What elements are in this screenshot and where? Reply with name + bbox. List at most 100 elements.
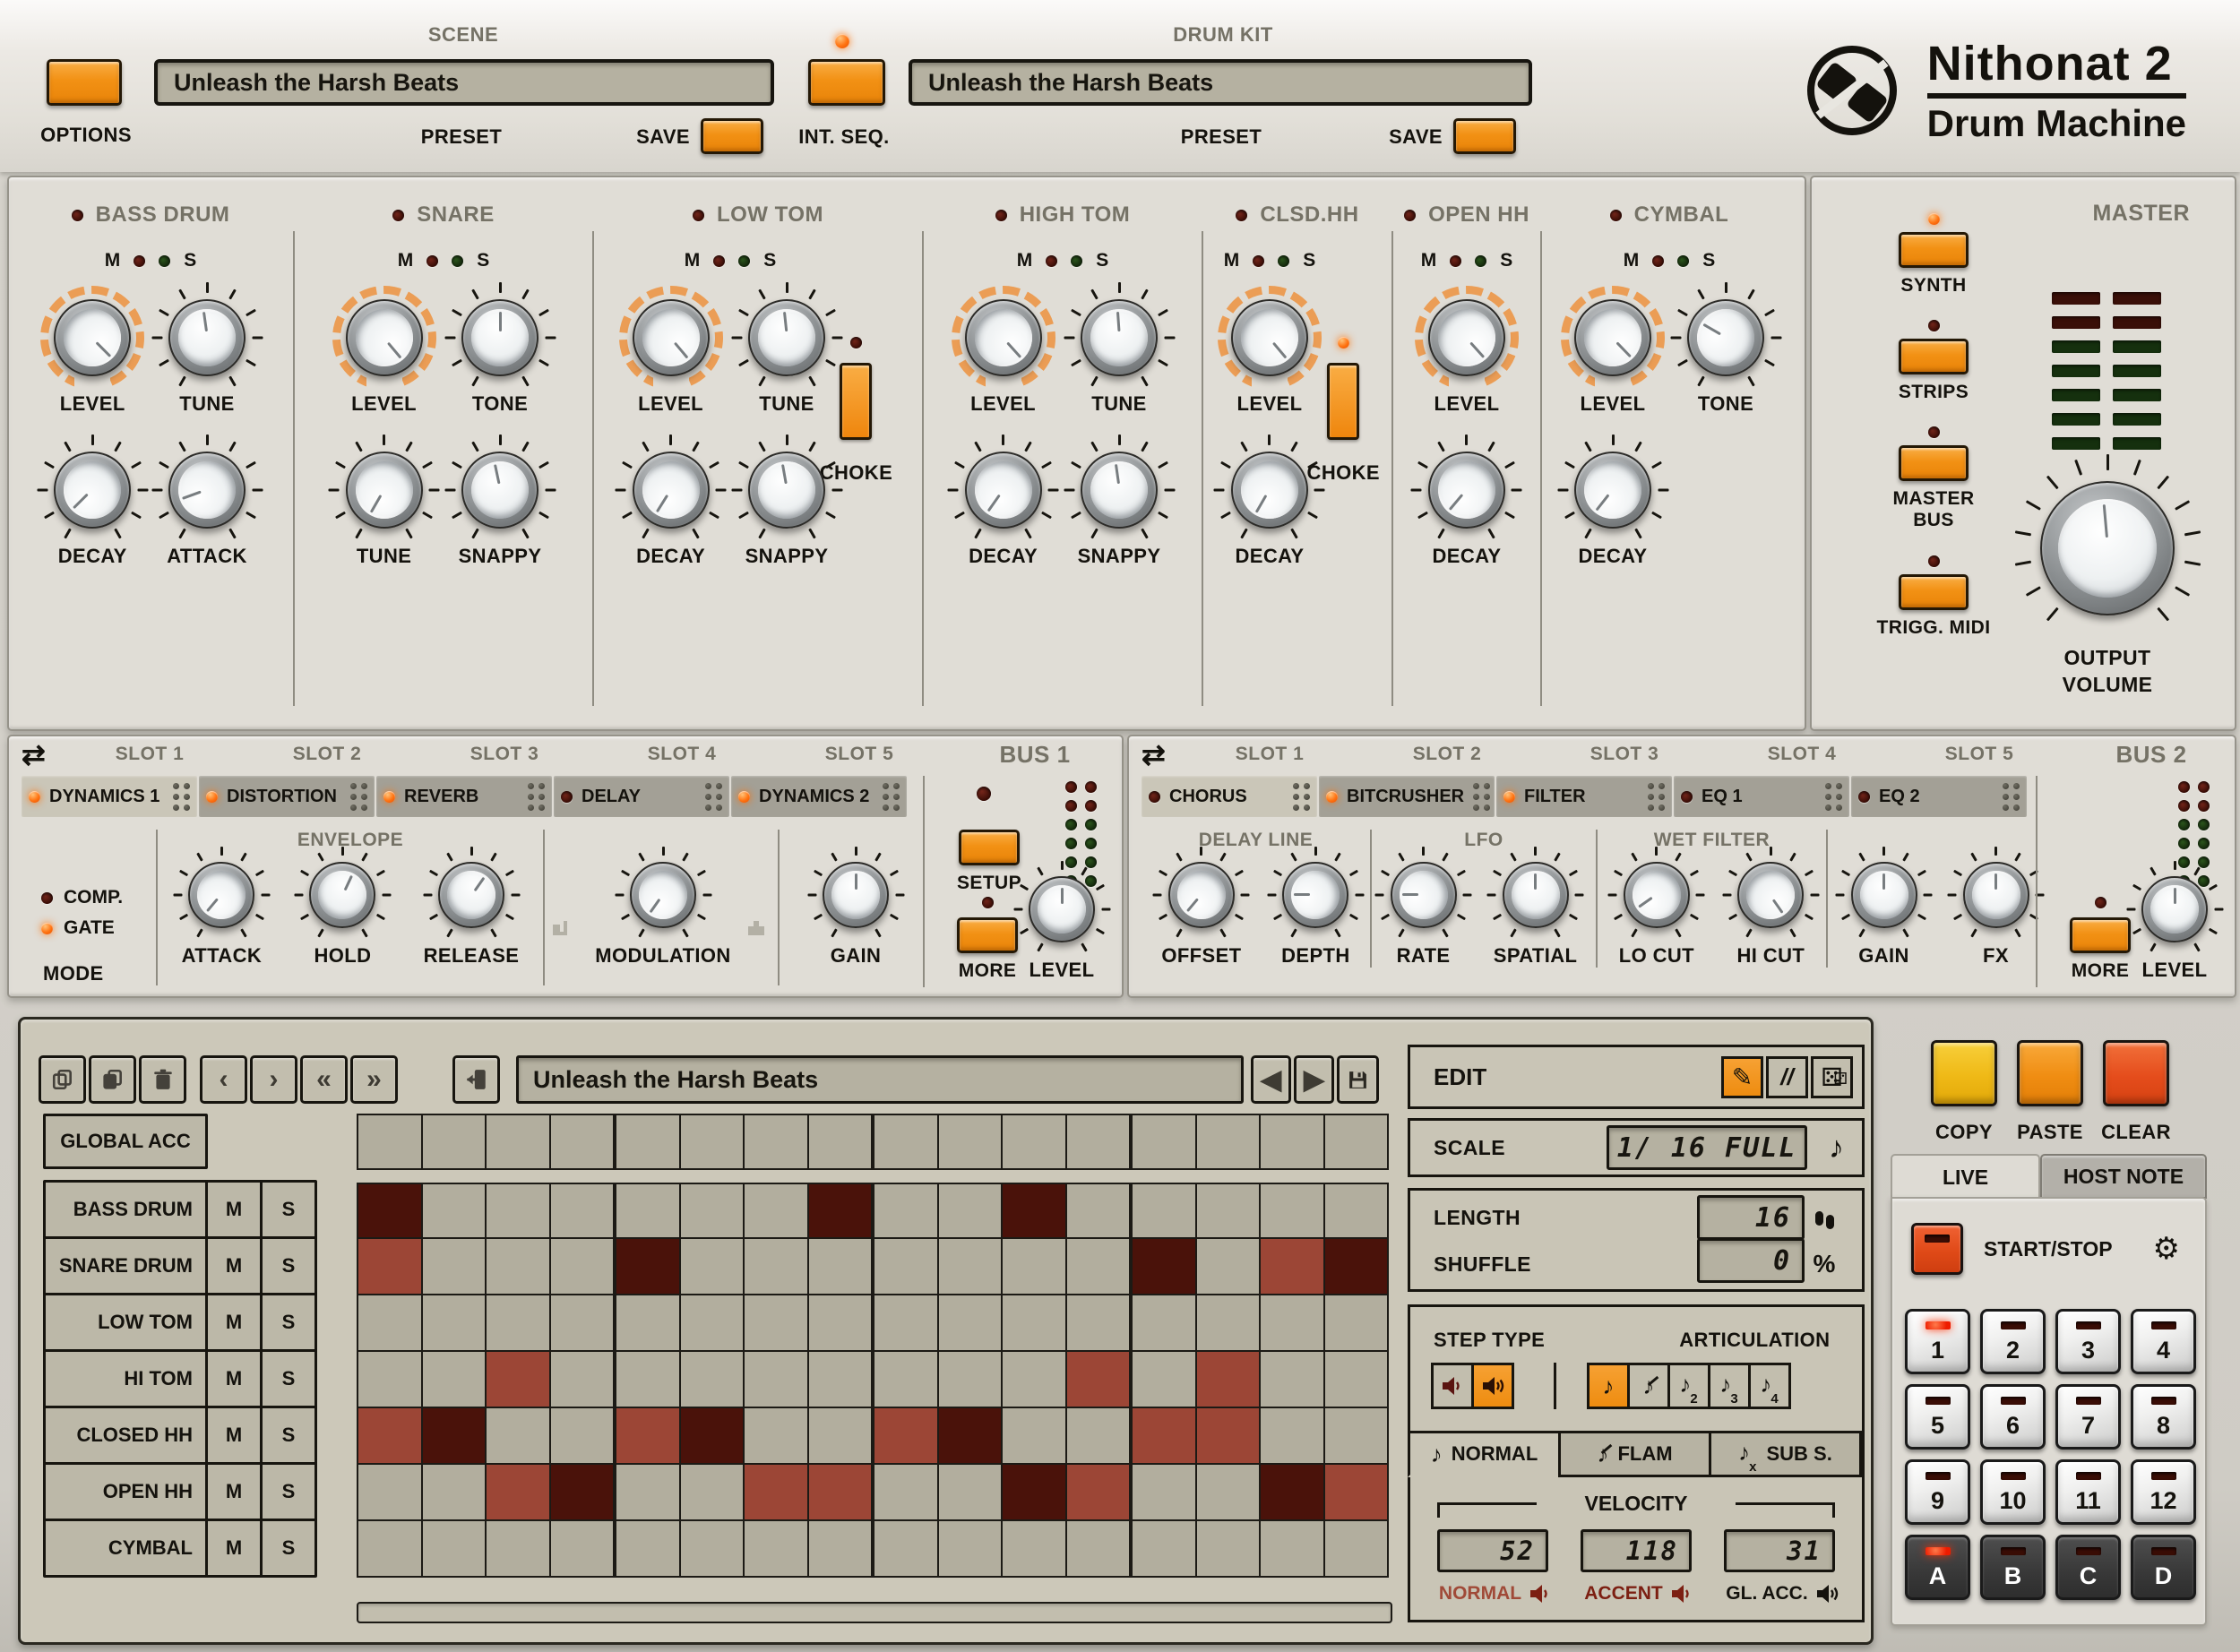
- step-cell[interactable]: [422, 1352, 487, 1408]
- attack-knob[interactable]: ATTACK: [151, 435, 263, 568]
- tab-sub-s[interactable]: ♪x SUB S.: [1709, 1431, 1862, 1477]
- step-cell[interactable]: [1196, 1114, 1261, 1170]
- step-cell[interactable]: [487, 1239, 551, 1295]
- choke-slider[interactable]: [840, 363, 873, 440]
- pattern-save-button[interactable]: [1337, 1055, 1379, 1104]
- step-cell[interactable]: [357, 1295, 423, 1352]
- step-cell[interactable]: [550, 1408, 616, 1465]
- step-cell[interactable]: [550, 1352, 616, 1408]
- step-cell[interactable]: [808, 1352, 874, 1408]
- lo-cut-knob[interactable]: LO CUT: [1607, 847, 1705, 968]
- last-button[interactable]: »: [350, 1055, 398, 1104]
- step-cell[interactable]: [938, 1465, 1003, 1521]
- mute-button[interactable]: M: [105, 250, 121, 271]
- step-cell[interactable]: [422, 1295, 487, 1352]
- spatial-knob[interactable]: SPATIAL: [1486, 847, 1584, 968]
- step-cell[interactable]: [1133, 1352, 1197, 1408]
- gain-knob[interactable]: GAIN: [1835, 847, 1933, 968]
- swap-slots-icon[interactable]: ⇄: [22, 737, 61, 771]
- step-cell[interactable]: [1066, 1114, 1133, 1170]
- trigg-midi-button[interactable]: [1899, 573, 1969, 610]
- step-cell[interactable]: [680, 1408, 745, 1465]
- step-cell[interactable]: [874, 1521, 939, 1578]
- options-button[interactable]: [47, 59, 122, 110]
- step-cell[interactable]: [680, 1352, 745, 1408]
- drum-kit-name-field[interactable]: Unleash the Harsh Beats: [909, 59, 1532, 106]
- grid-horizontal-scrollbar[interactable]: [357, 1602, 1392, 1623]
- shuffle-display[interactable]: 0: [1697, 1238, 1805, 1283]
- velocity-accent-display[interactable]: 118: [1581, 1529, 1692, 1572]
- step-cell[interactable]: [745, 1352, 809, 1408]
- velocity-normal-display[interactable]: 52: [1437, 1529, 1548, 1572]
- step-cell[interactable]: [808, 1408, 874, 1465]
- step-cell[interactable]: [357, 1114, 423, 1170]
- step-cell[interactable]: [1324, 1465, 1389, 1521]
- level-knob[interactable]: LEVEL: [1217, 286, 1322, 416]
- step-cell[interactable]: [680, 1239, 745, 1295]
- level-knob[interactable]: LEVEL: [332, 286, 436, 416]
- hi-cut-knob[interactable]: HI CUT: [1722, 847, 1820, 968]
- step-cell[interactable]: [1066, 1183, 1133, 1239]
- pad-b[interactable]: B: [1980, 1535, 2046, 1600]
- step-cell[interactable]: [357, 1183, 423, 1239]
- delete-pattern-button[interactable]: [139, 1055, 186, 1104]
- step-cell[interactable]: [1261, 1521, 1325, 1578]
- step-cell[interactable]: [616, 1408, 681, 1465]
- step-cell[interactable]: [938, 1295, 1003, 1352]
- eraser-tool-button[interactable]: //: [1766, 1055, 1808, 1098]
- step-cell[interactable]: [874, 1408, 939, 1465]
- first-button[interactable]: «: [300, 1055, 348, 1104]
- step-cell[interactable]: [1324, 1183, 1389, 1239]
- fx-slot-chorus[interactable]: CHORUS: [1142, 776, 1317, 817]
- step-cell[interactable]: [1261, 1114, 1325, 1170]
- pad-8[interactable]: 8: [2131, 1384, 2196, 1450]
- copy-button[interactable]: [1931, 1040, 1997, 1106]
- step-cell[interactable]: [422, 1183, 487, 1239]
- step-cell[interactable]: [357, 1239, 423, 1295]
- drag-handle-icon[interactable]: [2003, 782, 2020, 811]
- track-button-cymbal[interactable]: CYMBAL: [43, 1519, 208, 1578]
- pattern-name-field[interactable]: Unleash the Harsh Beats: [516, 1055, 1244, 1104]
- step-cell[interactable]: [487, 1295, 551, 1352]
- track-solo-button[interactable]: S: [260, 1236, 317, 1295]
- step-cell[interactable]: [1066, 1295, 1133, 1352]
- step-cell[interactable]: [487, 1465, 551, 1521]
- pad-6[interactable]: 6: [1980, 1384, 2046, 1450]
- step-cell[interactable]: [874, 1239, 939, 1295]
- step-cell[interactable]: [680, 1521, 745, 1578]
- step-cell[interactable]: [1196, 1239, 1261, 1295]
- track-mute-button[interactable]: M: [205, 1236, 263, 1295]
- pad-3[interactable]: 3: [2055, 1309, 2121, 1374]
- track-solo-button[interactable]: S: [260, 1293, 317, 1352]
- step-cell[interactable]: [745, 1465, 809, 1521]
- step-cell[interactable]: [874, 1295, 939, 1352]
- scene-save-button[interactable]: [701, 118, 763, 159]
- tab-host-note[interactable]: HOST NOTE: [2040, 1154, 2207, 1199]
- step-cell[interactable]: [680, 1295, 745, 1352]
- track-button-hi-tom[interactable]: HI TOM: [43, 1349, 208, 1408]
- drag-handle-icon[interactable]: [1473, 782, 1491, 811]
- step-cell[interactable]: [1133, 1114, 1197, 1170]
- step-cell[interactable]: [745, 1114, 809, 1170]
- speaker-soft-step-button[interactable]: [1431, 1363, 1474, 1409]
- step-cell[interactable]: [808, 1114, 874, 1170]
- track-mute-button[interactable]: M: [205, 1293, 263, 1352]
- prev-button[interactable]: ‹: [200, 1055, 247, 1104]
- pad-5[interactable]: 5: [1905, 1384, 1970, 1450]
- level-knob[interactable]: LEVEL: [618, 286, 723, 416]
- step-cell[interactable]: [1324, 1114, 1389, 1170]
- solo-button[interactable]: S: [1303, 250, 1315, 271]
- step-cell[interactable]: [1133, 1408, 1197, 1465]
- gear-icon[interactable]: ⚙: [2153, 1231, 2180, 1267]
- dice-tool-button[interactable]: ⚄ ⚂: [1811, 1055, 1853, 1098]
- hold-knob[interactable]: HOLD: [294, 847, 392, 968]
- fx-slot-eq-2[interactable]: EQ 2: [1851, 776, 2027, 817]
- solo-button[interactable]: S: [763, 250, 776, 271]
- step-cell[interactable]: [1003, 1295, 1067, 1352]
- step-cell[interactable]: [1196, 1352, 1261, 1408]
- track-mute-button[interactable]: M: [205, 1519, 263, 1578]
- int-seq-button[interactable]: [808, 59, 885, 110]
- step-cell[interactable]: [1133, 1521, 1197, 1578]
- pad-d[interactable]: D: [2131, 1535, 2196, 1600]
- step-cell[interactable]: [745, 1408, 809, 1465]
